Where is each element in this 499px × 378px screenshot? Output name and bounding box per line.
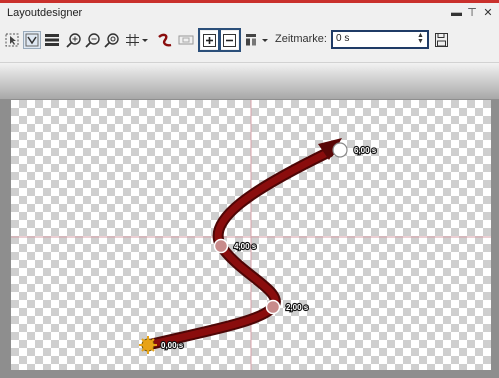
window-title: Layoutdesigner bbox=[7, 7, 83, 19]
keyframe-label-0s: 0,00 s bbox=[161, 341, 184, 350]
keyframe-marker-4s[interactable] bbox=[213, 238, 229, 254]
zoom-out-icon[interactable] bbox=[84, 31, 100, 49]
minimize-icon[interactable]: ▬ bbox=[451, 6, 462, 20]
layout-stage[interactable]: 0,00 s 2,00 s 4,00 s 6,00 s bbox=[11, 100, 491, 370]
list-icon[interactable] bbox=[44, 31, 60, 49]
keyframe-marker-6s[interactable] bbox=[332, 142, 348, 158]
save-icon[interactable] bbox=[433, 31, 449, 49]
film-icon[interactable] bbox=[177, 31, 195, 49]
toolbar: Zeitmarke: 0 s ▲ ▼ bbox=[0, 23, 499, 63]
zeitmarke-input[interactable]: 0 s bbox=[331, 30, 429, 49]
canvas-gradient bbox=[0, 63, 499, 99]
close-icon[interactable]: ✕ bbox=[483, 6, 493, 20]
keyframe-marker-2s[interactable] bbox=[265, 299, 281, 315]
path-edit-icon[interactable] bbox=[23, 31, 41, 49]
keyframe-label-6s: 6,00 s bbox=[354, 146, 377, 155]
select-icon[interactable] bbox=[4, 31, 20, 49]
title-bar: Layoutdesigner ▬ ⊤ ✕ bbox=[0, 3, 499, 23]
path-overlay: 0,00 s 2,00 s 4,00 s 6,00 s bbox=[11, 100, 491, 370]
canvas-area: 0,00 s 2,00 s 4,00 s 6,00 s bbox=[0, 63, 499, 378]
zeitmarke-label: Zeitmarke: bbox=[275, 33, 327, 45]
keyframe-label-2s: 2,00 s bbox=[286, 303, 309, 312]
zeitmarke-spinner-icon[interactable]: ▲ ▼ bbox=[417, 32, 424, 45]
keyframe-label-4s: 4,00 s bbox=[234, 242, 257, 251]
align-icon[interactable] bbox=[243, 31, 273, 49]
add-keyframe-icon[interactable] bbox=[198, 28, 221, 52]
grid-icon[interactable] bbox=[125, 31, 151, 49]
curve-icon[interactable] bbox=[156, 31, 174, 49]
zoom-fit-icon[interactable] bbox=[103, 31, 119, 49]
pin-icon[interactable]: ⊤ bbox=[467, 6, 477, 20]
window-controls: ▬ ⊤ ✕ bbox=[451, 6, 493, 20]
zoom-in-icon[interactable] bbox=[65, 31, 81, 49]
zeitmarke-value: 0 s bbox=[336, 33, 350, 44]
remove-keyframe-icon[interactable] bbox=[218, 28, 241, 52]
